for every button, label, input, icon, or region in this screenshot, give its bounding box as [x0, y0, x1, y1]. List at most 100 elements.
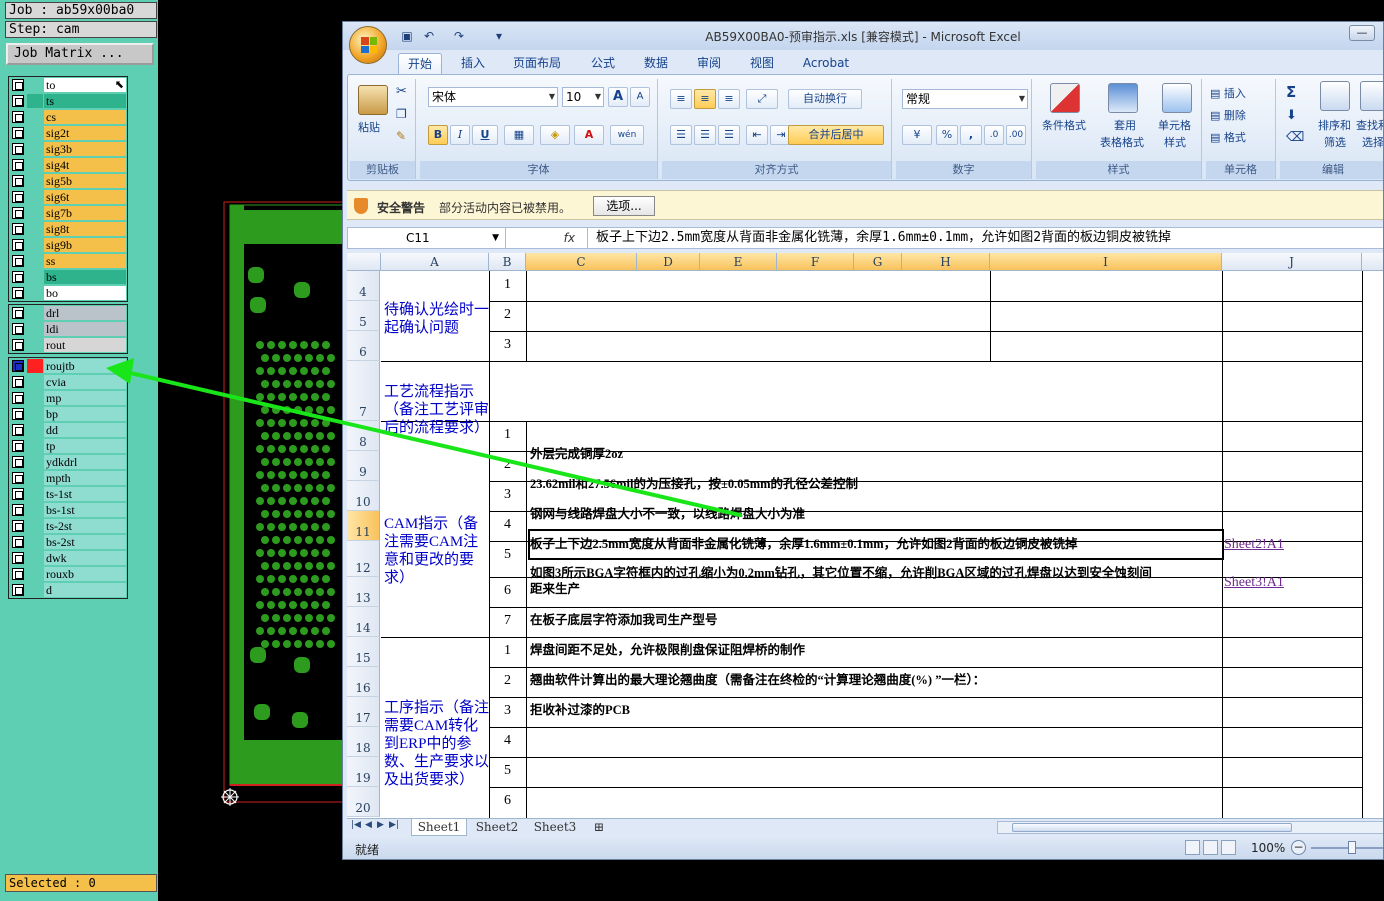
layer-row-sig5b[interactable]: sig5b [9, 173, 127, 189]
layer-row-ts-2st[interactable]: ts-2st [9, 518, 127, 534]
layer-name[interactable]: bp [44, 407, 126, 421]
layer-checkbox[interactable] [12, 440, 24, 452]
layer-affected-marker[interactable] [27, 78, 43, 92]
layer-row-sig9b[interactable]: sig9b [9, 237, 127, 253]
layer-affected-marker[interactable] [27, 238, 43, 252]
layer-row-ydkdrl[interactable]: ydkdrl [9, 454, 127, 470]
layer-checkbox[interactable] [12, 520, 24, 532]
layer-row-sig3b[interactable]: sig3b [9, 141, 127, 157]
layer-name[interactable]: bs-2st [44, 535, 126, 549]
layer-name[interactable]: sig2t [44, 126, 126, 140]
layer-name[interactable]: rout [44, 338, 126, 352]
layer-name[interactable]: sig7b [44, 206, 126, 220]
layer-checkbox[interactable] [12, 339, 24, 351]
column-header-e[interactable]: E [700, 253, 777, 271]
layer-checkbox[interactable] [12, 323, 24, 335]
layer-row-drl[interactable]: drl [9, 305, 127, 321]
scrollbar-thumb[interactable] [1012, 823, 1292, 832]
layer-affected-marker[interactable] [27, 254, 43, 268]
layer-checkbox[interactable] [12, 568, 24, 580]
layer-checkbox[interactable] [12, 584, 24, 596]
row-header-16[interactable]: 16 [347, 667, 380, 697]
find-select-label[interactable]: 查找和 [1356, 119, 1383, 133]
layer-checkbox[interactable] [12, 552, 24, 564]
layer-checkbox[interactable] [12, 360, 24, 372]
decrease-indent-button[interactable]: ⇤ [746, 125, 768, 145]
shrink-font-button[interactable]: A [630, 87, 650, 107]
layer-name[interactable]: roujtb [44, 359, 126, 373]
layer-name[interactable]: ldi [44, 322, 126, 336]
row-header-8[interactable]: 8 [347, 421, 380, 451]
layer-row-cvia[interactable]: cvia [9, 374, 127, 390]
layer-row-sig6t[interactable]: sig6t [9, 189, 127, 205]
font-color-button[interactable]: A [574, 125, 604, 145]
zoom-slider[interactable] [1311, 847, 1383, 849]
column-header-b[interactable]: B [489, 253, 526, 271]
layer-checkbox[interactable] [12, 143, 24, 155]
select-all-corner[interactable] [347, 253, 381, 271]
border-button[interactable]: ▦ [504, 125, 534, 145]
layer-checkbox[interactable] [12, 488, 24, 500]
wrap-text-button[interactable]: 自动换行 [788, 89, 862, 109]
column-header-d[interactable]: D [637, 253, 700, 271]
font-size-combo[interactable]: 10 ▼ [562, 87, 604, 107]
tab-insert[interactable]: 插入 [453, 53, 493, 74]
layer-name[interactable]: sig5b [44, 174, 126, 188]
find-select-label-2[interactable]: 选择 [1362, 136, 1383, 150]
align-right-button[interactable]: ☰ [718, 125, 740, 145]
layer-checkbox[interactable] [12, 111, 24, 123]
layer-affected-marker[interactable] [27, 439, 43, 453]
page-break-view-icon[interactable] [1221, 840, 1236, 855]
last-sheet-icon[interactable]: ▶| [389, 820, 399, 830]
layer-affected-marker[interactable] [27, 142, 43, 156]
column-header-h[interactable]: H [902, 253, 990, 271]
layer-affected-marker[interactable] [27, 519, 43, 533]
tab-acrobat[interactable]: Acrobat [795, 53, 857, 74]
layer-row-to[interactable]: to ⬉ [9, 77, 127, 93]
layer-checkbox[interactable] [12, 223, 24, 235]
name-box[interactable]: C11 ▼ [348, 228, 506, 248]
prev-sheet-icon[interactable]: ◀ [365, 820, 372, 830]
layer-checkbox[interactable] [12, 376, 24, 388]
layer-name[interactable]: ydkdrl [44, 455, 126, 469]
layer-name[interactable]: ss [44, 254, 126, 268]
find-select-icon[interactable] [1360, 81, 1383, 111]
layer-row-roujtb[interactable]: roujtb [9, 358, 127, 374]
tab-data[interactable]: 数据 [636, 53, 676, 74]
layer-affected-marker[interactable] [27, 126, 43, 140]
cut-icon[interactable]: ✂ [396, 85, 407, 99]
column-header-c[interactable]: C [526, 253, 637, 271]
layer-checkbox[interactable] [12, 536, 24, 548]
layer-affected-marker[interactable] [27, 94, 43, 108]
underline-button[interactable]: U [472, 125, 498, 145]
layer-checkbox[interactable] [12, 408, 24, 420]
column-header-k[interactable] [1362, 253, 1383, 271]
layer-affected-marker[interactable] [27, 322, 43, 336]
insert-cells-button[interactable]: ▤ 插入 [1210, 87, 1246, 101]
row-header-10[interactable]: 10 [347, 481, 380, 511]
page-layout-view-icon[interactable] [1203, 840, 1218, 855]
tab-page-layout[interactable]: 页面布局 [506, 53, 568, 74]
layer-name[interactable]: ts [44, 94, 126, 108]
align-center-button[interactable]: ☰ [694, 125, 716, 145]
column-header-g[interactable]: G [854, 253, 902, 271]
layer-name[interactable]: bs-1st [44, 503, 126, 517]
cell-styles-label[interactable]: 单元格 [1158, 119, 1191, 133]
comma-button[interactable]: , [960, 125, 982, 145]
layer-row-bs-2st[interactable]: bs-2st [9, 534, 127, 550]
layer-row-sig8t[interactable]: sig8t [9, 221, 127, 237]
layer-checkbox[interactable] [12, 159, 24, 171]
layer-affected-marker[interactable] [27, 270, 43, 284]
grow-font-button[interactable]: A [608, 87, 628, 107]
sheet-tab-1[interactable]: Sheet1 [411, 819, 467, 836]
clear-icon[interactable]: ⌫ [1286, 131, 1304, 145]
layer-row-bp[interactable]: bp [9, 406, 127, 422]
layer-checkbox[interactable] [12, 392, 24, 404]
layer-row-tp[interactable]: tp [9, 438, 127, 454]
row-header-11[interactable]: 11 [347, 511, 380, 541]
layer-row-bs-1st[interactable]: bs-1st [9, 502, 127, 518]
layer-affected-marker[interactable] [27, 286, 43, 300]
format-painter-icon[interactable]: ✎ [396, 129, 406, 143]
sort-filter-icon[interactable] [1320, 81, 1350, 111]
layer-affected-marker[interactable] [27, 306, 43, 320]
